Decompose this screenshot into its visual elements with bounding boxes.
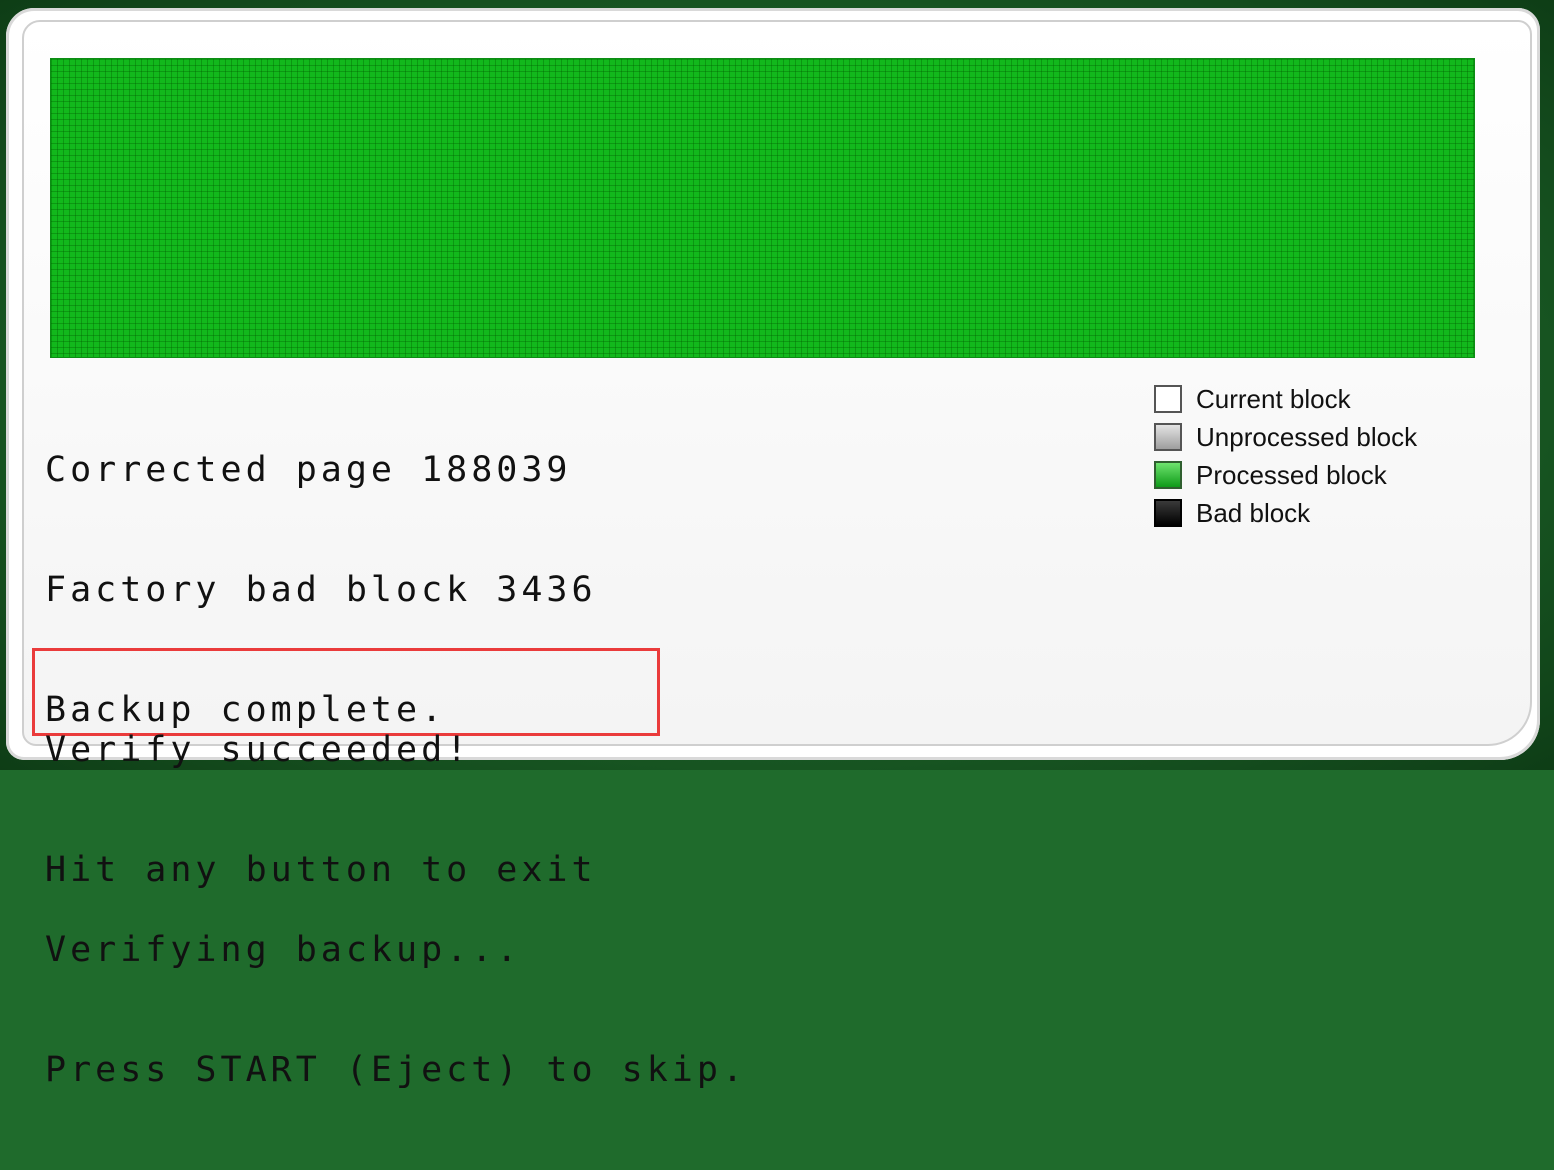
- legend-item-processed: Processed block: [1154, 456, 1417, 494]
- screen-background: Corrected page 188039 Factory bad block …: [0, 0, 1554, 1090]
- block-legend: Current block Unprocessed block Processe…: [1154, 380, 1417, 532]
- legend-label: Current block: [1196, 383, 1351, 414]
- console-line-factory-bad-block: Factory bad block 3436: [45, 570, 597, 610]
- verify-succeeded-text: Verify succeeded!: [45, 730, 472, 770]
- legend-item-current: Current block: [1154, 380, 1417, 418]
- unprocessed-block-swatch-icon: [1154, 423, 1182, 451]
- exit-hint-text: Hit any button to exit: [45, 850, 597, 890]
- bad-block-swatch-icon: [1154, 499, 1182, 527]
- current-block-swatch-icon: [1154, 385, 1182, 413]
- legend-item-bad: Bad block: [1154, 494, 1417, 532]
- result-message[interactable]: Verify succeeded! Hit any button to exit: [45, 650, 597, 970]
- legend-label: Bad block: [1196, 497, 1311, 528]
- legend-label: Processed block: [1196, 459, 1387, 490]
- legend-item-unprocessed: Unprocessed block: [1154, 418, 1417, 456]
- legend-label: Unprocessed block: [1196, 421, 1418, 452]
- block-map-grid: [51, 59, 1474, 357]
- processed-block-swatch-icon: [1154, 461, 1182, 489]
- console-line-corrected-page: Corrected page 188039: [45, 450, 572, 490]
- console-line-skip-hint: Press START (Eject) to skip.: [45, 1050, 748, 1090]
